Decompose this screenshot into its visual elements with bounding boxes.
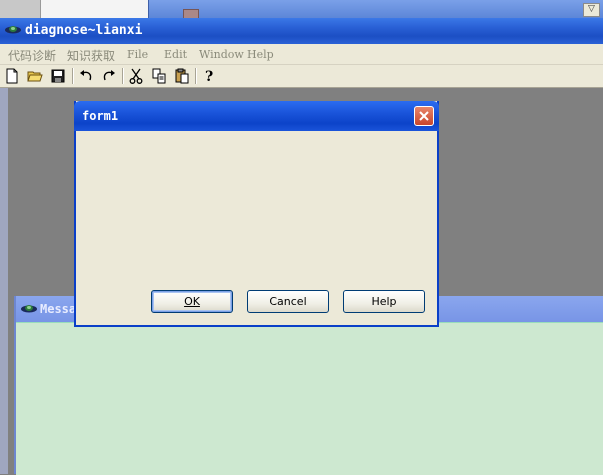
copy-button[interactable] <box>150 67 168 85</box>
form1-dialog: form1 OK Cancel Help <box>74 101 439 327</box>
help-dialog-button[interactable]: Help <box>343 290 425 313</box>
copy-icon <box>152 68 166 84</box>
cut-button[interactable] <box>127 67 145 85</box>
background-window-panel <box>40 0 150 18</box>
menu-file[interactable]: File <box>127 48 148 61</box>
menu-edit[interactable]: Edit <box>164 48 187 61</box>
redo-button[interactable] <box>100 67 118 85</box>
menu-window[interactable]: Window <box>199 48 244 61</box>
ok-button[interactable]: OK <box>151 290 233 313</box>
save-icon <box>51 69 65 83</box>
toolbar-separator <box>72 68 74 84</box>
dialog-close-button[interactable] <box>414 106 434 126</box>
close-icon <box>419 111 429 121</box>
toolbar: ? <box>0 65 603 88</box>
app-icon <box>5 26 21 34</box>
open-button[interactable] <box>26 67 44 85</box>
menu-help[interactable]: Help <box>247 48 274 61</box>
cut-icon <box>129 68 143 84</box>
message-window-icon <box>21 305 37 313</box>
toolbar-separator <box>195 68 197 84</box>
save-button[interactable] <box>49 67 67 85</box>
new-file-icon <box>6 68 18 84</box>
main-window-title: diagnose~lianxi <box>25 23 143 38</box>
background-window-titlebar: ▽ <box>148 0 603 19</box>
ok-button-label: OK <box>184 295 200 308</box>
svg-text:?: ? <box>205 69 213 84</box>
background-scroll-button[interactable]: ▽ <box>583 3 600 17</box>
undo-icon <box>80 70 92 81</box>
redo-icon <box>103 70 115 81</box>
help-icon: ? <box>205 69 213 84</box>
undo-button[interactable] <box>77 67 95 85</box>
paste-icon <box>175 68 189 84</box>
message-window-title: Messa <box>40 302 77 316</box>
main-titlebar[interactable]: diagnose~lianxi <box>0 18 603 44</box>
dialog-titlebar[interactable]: form1 <box>74 101 439 131</box>
cancel-button[interactable]: Cancel <box>247 290 329 313</box>
menu-knowledge-acquire[interactable]: 知识获取 <box>67 47 115 64</box>
menu-code-diagnose[interactable]: 代码诊断 <box>8 47 56 64</box>
message-window-body[interactable] <box>16 322 603 475</box>
mdi-left-strip <box>0 88 8 474</box>
paste-button[interactable] <box>173 67 191 85</box>
dialog-title: form1 <box>82 109 119 123</box>
open-folder-icon <box>27 71 43 82</box>
toolbar-separator <box>122 68 124 84</box>
help-button[interactable]: ? <box>200 67 218 85</box>
new-file-button[interactable] <box>3 67 21 85</box>
menubar: 代码诊断 知识获取 File Edit Window Help <box>0 44 603 65</box>
